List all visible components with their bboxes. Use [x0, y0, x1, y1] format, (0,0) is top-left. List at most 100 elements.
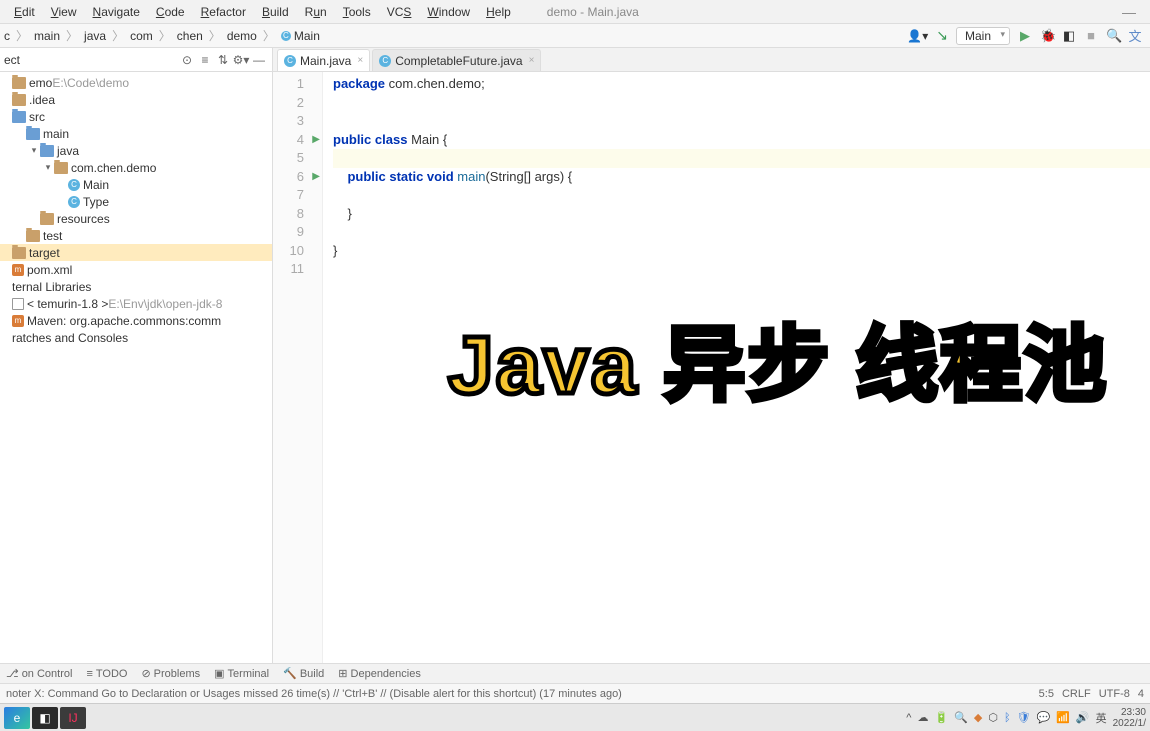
- editor-tabs: CMain.java×CCompletableFuture.java×: [273, 48, 1150, 72]
- gutter-run-icon[interactable]: ▶: [312, 168, 320, 187]
- bottom-tab-on-control[interactable]: ⎇on Control: [6, 667, 72, 680]
- code-content[interactable]: package com.chen.demo;public class Main …: [323, 72, 1150, 663]
- menu-refactor[interactable]: Refactor: [193, 5, 254, 19]
- taskbar: e ◧ IJ ^ ☁ 🔋 🔍 ◆ ⬡ ᛒ 🛡 💬 📶 🔊 英 23:30 202…: [0, 703, 1150, 731]
- navbar: c〉main〉java〉com〉chen〉demo〉CMain 👤▾ ↘ Mai…: [0, 24, 1150, 48]
- task-intellij[interactable]: IJ: [60, 707, 86, 729]
- breadcrumb-demo[interactable]: demo: [223, 29, 261, 43]
- menu-vcs[interactable]: VCS: [379, 5, 420, 19]
- breadcrumb-main[interactable]: main: [30, 29, 64, 43]
- line-separator[interactable]: CRLF: [1062, 688, 1091, 700]
- tray-wifi-icon[interactable]: 📶: [1056, 711, 1070, 724]
- tree-item[interactable]: src: [0, 108, 272, 125]
- menu-run[interactable]: Run: [297, 5, 335, 19]
- bottom-toolbar: ⎇on Control ≡TODO ⊘Problems ▣Terminal 🔨Build…: [0, 663, 1150, 683]
- editor-tab[interactable]: CCompletableFuture.java×: [372, 49, 541, 71]
- stop-button[interactable]: ■: [1084, 28, 1098, 43]
- menu-navigate[interactable]: Navigate: [85, 5, 148, 19]
- close-tab-icon[interactable]: ×: [529, 55, 535, 66]
- breadcrumb-com[interactable]: com: [126, 29, 157, 43]
- tree-item[interactable]: test: [0, 227, 272, 244]
- debug-button[interactable]: 🐞: [1040, 28, 1054, 44]
- sidebar-header: ect ⊙ ≡ ⇅ ⚙▾ —: [0, 48, 272, 72]
- tree-item[interactable]: emo E:\Code\demo: [0, 74, 272, 91]
- editor-area: CMain.java×CCompletableFuture.java× 123▶…: [273, 48, 1150, 663]
- tree-item[interactable]: resources: [0, 210, 272, 227]
- tree-item[interactable]: .idea: [0, 91, 272, 108]
- language-icon[interactable]: 文: [1128, 26, 1142, 45]
- bottom-tab-build[interactable]: 🔨Build: [283, 667, 324, 680]
- breadcrumb-c[interactable]: c: [0, 29, 14, 43]
- tree-item[interactable]: ▾com.chen.demo: [0, 159, 272, 176]
- run-button[interactable]: ▶: [1018, 28, 1032, 44]
- breadcrumb-Main[interactable]: CMain: [277, 29, 324, 43]
- file-encoding[interactable]: UTF-8: [1099, 688, 1130, 700]
- tray-battery-icon[interactable]: 🔋: [934, 711, 948, 724]
- indent-size[interactable]: 4: [1138, 688, 1144, 700]
- status-message: noter X: Command Go to Declaration or Us…: [6, 688, 622, 700]
- menu-help[interactable]: Help: [478, 5, 519, 19]
- breadcrumb-chen[interactable]: chen: [173, 29, 207, 43]
- tray-msg-icon[interactable]: 💬: [1037, 711, 1051, 724]
- user-icon[interactable]: 👤▾: [907, 29, 928, 43]
- breadcrumbs: c〉main〉java〉com〉chen〉demo〉CMain: [0, 27, 324, 44]
- menu-edit[interactable]: Edit: [6, 5, 43, 19]
- tree-item[interactable]: < temurin-1.8 > E:\Env\jdk\open-jdk-8: [0, 295, 272, 312]
- run-config-selector[interactable]: Main: [956, 27, 1010, 45]
- collapse-all-icon[interactable]: ⇅: [214, 53, 232, 67]
- close-tab-icon[interactable]: ×: [357, 55, 363, 66]
- editor-tab[interactable]: CMain.java×: [277, 49, 370, 71]
- bottom-tab-problems[interactable]: ⊘Problems: [141, 667, 200, 680]
- coverage-button[interactable]: ◧: [1062, 28, 1076, 44]
- tray-cube-icon[interactable]: ⬡: [988, 711, 998, 724]
- menu-view[interactable]: View: [43, 5, 85, 19]
- status-bar: noter X: Command Go to Declaration or Us…: [0, 683, 1150, 703]
- project-sidebar: ect ⊙ ≡ ⇅ ⚙▾ — emo E:\Code\demo.ideasrcm…: [0, 48, 273, 663]
- search-icon[interactable]: 🔍: [1106, 28, 1120, 44]
- tree-item[interactable]: ▾java: [0, 142, 272, 159]
- tray-search-icon[interactable]: 🔍: [954, 711, 968, 724]
- tree-item[interactable]: CMain: [0, 176, 272, 193]
- tree-item[interactable]: mpom.xml: [0, 261, 272, 278]
- settings-icon[interactable]: ⚙▾: [232, 53, 250, 67]
- hide-icon[interactable]: —: [250, 53, 268, 67]
- breadcrumb-java[interactable]: java: [80, 29, 110, 43]
- tray-app-icon[interactable]: ◆: [974, 711, 982, 724]
- task-edge[interactable]: e: [4, 707, 30, 729]
- bottom-tab-todo[interactable]: ≡TODO: [86, 668, 127, 680]
- tray-shield-icon[interactable]: 🛡: [1017, 711, 1031, 724]
- gutter: 123▶45▶67891011: [273, 72, 323, 663]
- tray-ime[interactable]: 英: [1096, 710, 1107, 726]
- tray-cloud-icon[interactable]: ☁: [917, 711, 928, 724]
- project-tree[interactable]: emo E:\Code\demo.ideasrcmain▾java▾com.ch…: [0, 72, 272, 348]
- window-title: demo - Main.java: [539, 5, 647, 19]
- gutter-run-icon[interactable]: ▶: [312, 131, 320, 150]
- build-icon[interactable]: ↘: [936, 27, 948, 44]
- code-editor[interactable]: 123▶45▶67891011 package com.chen.demo;pu…: [273, 72, 1150, 663]
- bottom-tab-dependencies[interactable]: ⊞Dependencies: [338, 667, 421, 680]
- tree-item[interactable]: target: [0, 244, 272, 261]
- tray-chevron-icon[interactable]: ^: [906, 712, 911, 724]
- bottom-tab-terminal[interactable]: ▣Terminal: [214, 667, 269, 680]
- tree-item[interactable]: ratches and Consoles: [0, 329, 272, 346]
- menu-build[interactable]: Build: [254, 5, 297, 19]
- menubar: Edit View Navigate Code Refactor Build R…: [0, 0, 1150, 24]
- cursor-position[interactable]: 5:5: [1039, 688, 1054, 700]
- tree-item[interactable]: ternal Libraries: [0, 278, 272, 295]
- minimize-button[interactable]: —: [1114, 4, 1144, 20]
- tree-item[interactable]: mMaven: org.apache.commons:comm: [0, 312, 272, 329]
- menu-window[interactable]: Window: [419, 5, 478, 19]
- tray-volume-icon[interactable]: 🔊: [1076, 711, 1090, 724]
- system-tray: ^ ☁ 🔋 🔍 ◆ ⬡ ᛒ 🛡 💬 📶 🔊 英 23:30 2022/1/: [906, 707, 1146, 729]
- sidebar-title: ect: [4, 53, 178, 67]
- tree-item[interactable]: main: [0, 125, 272, 142]
- select-open-file-icon[interactable]: ⊙: [178, 53, 196, 67]
- main-area: ect ⊙ ≡ ⇅ ⚙▾ — emo E:\Code\demo.ideasrcm…: [0, 48, 1150, 663]
- task-app1[interactable]: ◧: [32, 707, 58, 729]
- tray-clock[interactable]: 23:30 2022/1/: [1113, 707, 1146, 729]
- menu-tools[interactable]: Tools: [335, 5, 379, 19]
- tray-bluetooth-icon[interactable]: ᛒ: [1004, 712, 1011, 724]
- tree-item[interactable]: CType: [0, 193, 272, 210]
- expand-all-icon[interactable]: ≡: [196, 53, 214, 67]
- menu-code[interactable]: Code: [148, 5, 193, 19]
